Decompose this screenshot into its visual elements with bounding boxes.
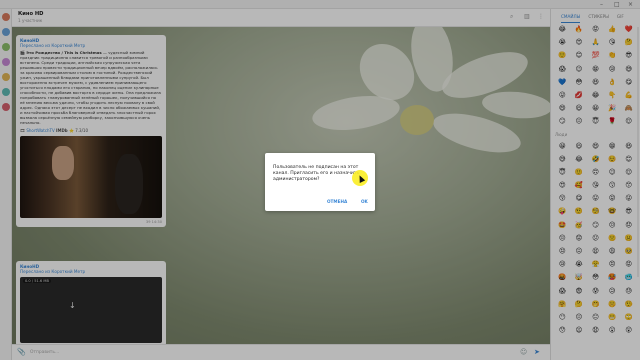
ok-button[interactable]: OK: [361, 199, 368, 204]
cancel-button[interactable]: ОТМЕНА: [327, 199, 347, 204]
